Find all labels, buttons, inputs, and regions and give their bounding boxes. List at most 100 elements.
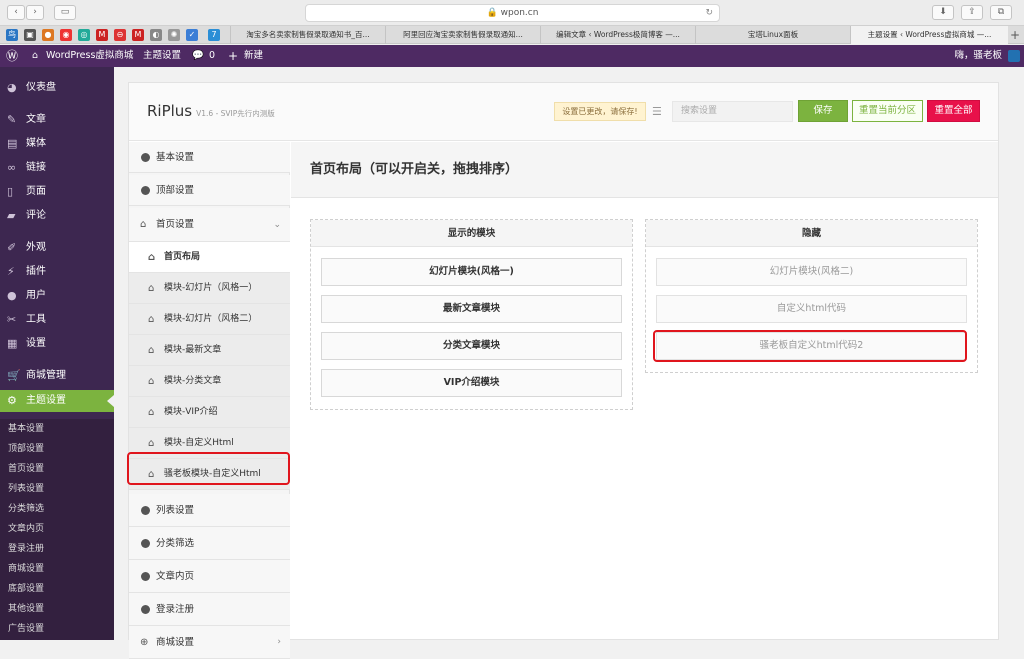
sidebar-item-comments[interactable]: ▰ 评论	[0, 205, 114, 227]
nav-home-layout[interactable]: ⌂ 首页布局	[129, 242, 290, 273]
submenu-item-footer[interactable]: 底部设置	[8, 579, 44, 599]
nav-label: 顶部设置	[156, 185, 195, 196]
sidebar-item-pages[interactable]: ▯ 页面	[0, 181, 114, 203]
sidebar-item-label: 文章	[26, 114, 46, 125]
sidebar-item-users[interactable]: ● 用户	[0, 285, 114, 307]
site-name-link[interactable]: WordPress虚拟商城	[46, 45, 133, 67]
sidebar-item-media[interactable]: ▤ 媒体	[0, 133, 114, 155]
submenu-item-list[interactable]: 列表设置	[8, 479, 44, 499]
nav-article[interactable]: 文章内页	[129, 560, 290, 593]
module-item[interactable]: 分类文章模块	[321, 332, 622, 360]
new-link[interactable]: 新建	[244, 45, 263, 67]
nav-label: 登录注册	[156, 604, 195, 615]
sidebar-item-settings[interactable]: ▦ 设置	[0, 333, 114, 355]
submenu-item-top[interactable]: 顶部设置	[8, 439, 44, 459]
nav-slider2[interactable]: ⌂ 模块-幻灯片（风格二）	[129, 304, 290, 335]
sidebar-toggle-button[interactable]: ▭	[54, 5, 76, 20]
nav-login[interactable]: 登录注册	[129, 593, 290, 626]
nav-label: 基本设置	[156, 152, 195, 163]
submenu-item-shop[interactable]: 商城设置	[8, 559, 44, 579]
sidebar-item-tools[interactable]: ✂ 工具	[0, 309, 114, 331]
comments-count[interactable]: 0	[209, 45, 215, 67]
address-bar[interactable]: 🔒 wpon.cn ↻	[305, 4, 720, 22]
share-icon[interactable]: ⇪	[961, 5, 983, 20]
module-item[interactable]: VIP介绍模块	[321, 369, 622, 397]
submenu-item-filter[interactable]: 分类筛选	[8, 499, 44, 519]
favicon-icon[interactable]: ●	[42, 29, 54, 41]
submenu-item-ads[interactable]: 广告设置	[8, 619, 44, 639]
nav-basic-settings[interactable]: 基本设置	[129, 142, 290, 173]
favicon-icon[interactable]: ◎	[78, 29, 90, 41]
submenu-item-home[interactable]: 首页设置	[8, 459, 44, 479]
options-nav: 基本设置 顶部设置 ⌂ 首页设置 ⌄ ⌂ 首页布局 ⌂ 模块-幻灯片（风格一） ⌂ 模块-…	[129, 142, 290, 659]
browser-tab[interactable]: 淘宝多名卖家制售假录取通知书_百...	[230, 26, 385, 44]
new-tab-icon[interactable]: +	[1010, 26, 1020, 44]
nav-shop-settings[interactable]: ⊕ 商城设置 ›	[129, 626, 290, 659]
nav-slider1[interactable]: ⌂ 模块-幻灯片（风格一）	[129, 273, 290, 304]
home-icon[interactable]: ⌂	[32, 45, 38, 67]
favicon-icon[interactable]: ◉	[60, 29, 72, 41]
submenu-item-basic[interactable]: 基本设置	[8, 419, 44, 439]
favicon-icon[interactable]: ◐	[150, 29, 162, 41]
sidebar-item-label: 链接	[26, 162, 46, 173]
favicon-icon[interactable]: 7	[208, 29, 220, 41]
sidebar-item-label: 页面	[26, 186, 46, 197]
favicon-icon[interactable]: ✺	[168, 29, 180, 41]
browser-tab-active[interactable]: 主题设置 ‹ WordPress虚拟商城 —...	[850, 26, 1008, 44]
sidebar-item-links[interactable]: ∞ 链接	[0, 157, 114, 179]
reset-all-button[interactable]: 重置全部	[927, 100, 980, 122]
nav-category[interactable]: ⌂ 模块-分类文章	[129, 366, 290, 397]
module-item[interactable]: 自定义html代码	[656, 295, 967, 323]
nav-home-settings[interactable]: ⌂ 首页设置 ⌄	[129, 208, 290, 242]
nav-label: 分类筛选	[156, 538, 195, 549]
nav-vip[interactable]: ⌂ 模块-VIP介绍	[129, 397, 290, 428]
expand-list-icon[interactable]: ☰	[652, 105, 662, 118]
sidebar-item-shop[interactable]: 🛒 商城管理	[0, 365, 114, 387]
favicon-icon[interactable]: ▣	[24, 29, 36, 41]
reset-section-button[interactable]: 重置当前分区	[852, 100, 923, 122]
tab-bar: 鸟 ▣ ● ◉ ◎ M ⊖ M ◐ ✺ ✓ 7 淘宝多名卖家制售假录取通知书_百…	[0, 26, 1024, 44]
comment-icon[interactable]: 💬	[192, 45, 204, 67]
sidebar-item-label: 外观	[26, 242, 46, 253]
reload-icon[interactable]: ↻	[705, 5, 713, 21]
forward-button[interactable]: ›	[26, 5, 44, 20]
wordpress-logo-icon[interactable]: Ⓦ	[6, 45, 18, 67]
submenu-item-article[interactable]: 文章内页	[8, 519, 44, 539]
nav-latest[interactable]: ⌂ 模块-最新文章	[129, 335, 290, 366]
nav-list-settings[interactable]: 列表设置	[129, 494, 290, 527]
submenu-item-other[interactable]: 其他设置	[8, 599, 44, 619]
favicon-icon[interactable]: 鸟	[6, 29, 18, 41]
module-item[interactable]: 最新文章模块	[321, 295, 622, 323]
module-item[interactable]: 幻灯片模块(风格一)	[321, 258, 622, 286]
favicon-icon[interactable]: ✓	[186, 29, 198, 41]
back-button[interactable]: ‹	[7, 5, 25, 20]
favicon-icon[interactable]: M	[132, 29, 144, 41]
sidebar-item-dashboard[interactable]: ◕ 仪表盘	[0, 77, 114, 99]
chevron-right-icon: ›	[277, 637, 281, 647]
download-icon[interactable]: ⬇	[932, 5, 954, 20]
nav-top-settings[interactable]: 顶部设置	[129, 175, 290, 206]
nav-label: 模块-幻灯片（风格二）	[164, 314, 258, 324]
submenu-item-login[interactable]: 登录注册	[8, 539, 44, 559]
bullet-icon	[141, 506, 150, 515]
browser-tab[interactable]: 阿里回应淘宝卖家制售假录取通知...	[385, 26, 540, 44]
nav-filter[interactable]: 分类筛选	[129, 527, 290, 560]
favicon-icon[interactable]: ⊖	[114, 29, 126, 41]
theme-settings-link[interactable]: 主题设置	[143, 45, 181, 67]
sidebar-item-appearance[interactable]: ✐ 外观	[0, 237, 114, 259]
browser-tab[interactable]: 编辑文章 ‹ WordPress极简博客 —...	[540, 26, 695, 44]
sidebar-item-theme-settings[interactable]: ⚙ 主题设置	[0, 390, 114, 412]
sidebar-item-plugins[interactable]: ⚡ 插件	[0, 261, 114, 283]
sidebar-item-label: 媒体	[26, 138, 46, 149]
browser-tab[interactable]: 宝塔Linux面板	[695, 26, 850, 44]
module-item[interactable]: 幻灯片模块(风格二)	[656, 258, 967, 286]
user-greeting[interactable]: 嗨，骚老板	[954, 45, 1002, 67]
sidebar-item-posts[interactable]: ✎ 文章	[0, 109, 114, 131]
favicon-icon[interactable]: M	[96, 29, 108, 41]
gear-icon: ⚙	[7, 394, 17, 407]
save-button[interactable]: 保存	[798, 100, 848, 122]
avatar[interactable]	[1008, 50, 1020, 62]
tabs-overview-icon[interactable]: ⧉	[990, 5, 1012, 20]
plus-icon[interactable]: +	[228, 45, 238, 67]
search-input[interactable]: 搜索设置	[672, 101, 793, 122]
